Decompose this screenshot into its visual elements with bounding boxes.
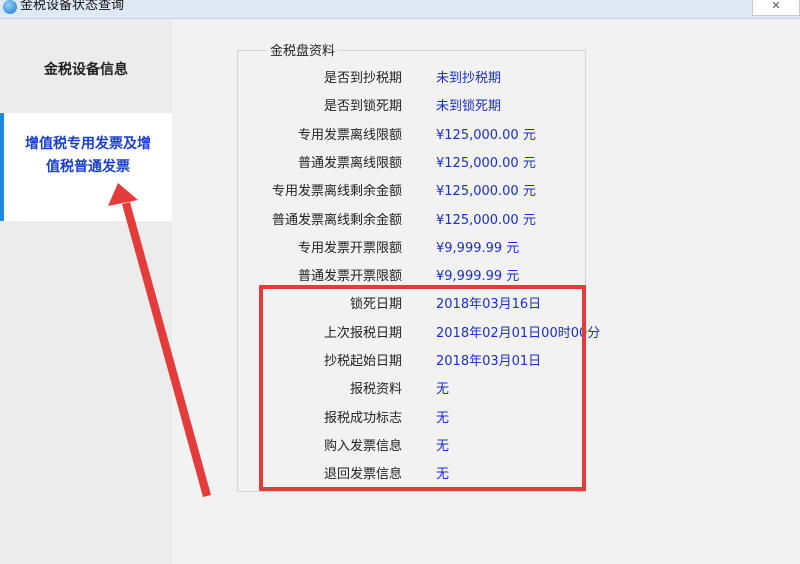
- arrow-shaft: [122, 202, 211, 497]
- arrow-head: [108, 183, 138, 206]
- annotation-arrow: [108, 183, 211, 497]
